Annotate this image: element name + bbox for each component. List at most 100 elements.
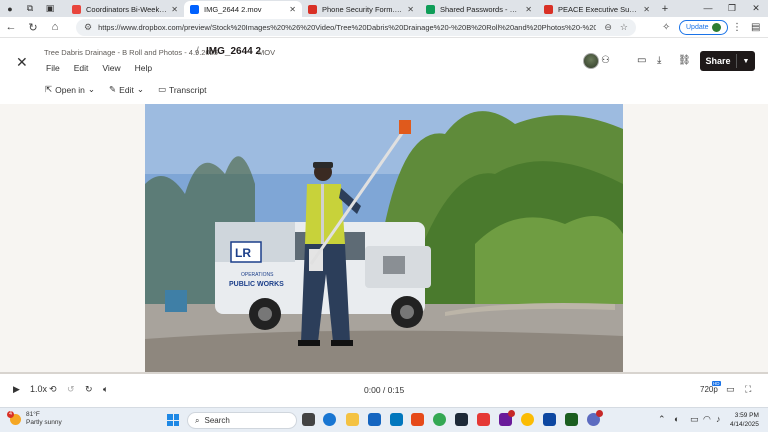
back-icon[interactable]: ← xyxy=(0,21,22,33)
site-info-icon[interactable]: ⚙ xyxy=(84,22,92,33)
store-icon[interactable] xyxy=(455,413,468,426)
address-bar[interactable]: ⚙ https://www.dropbox.com/preview/Stock%… xyxy=(76,19,636,36)
search-icon: ⌕ xyxy=(195,415,200,425)
tab-close-icon[interactable]: ✕ xyxy=(525,5,532,14)
tab-actions-icon[interactable]: ⧉ xyxy=(20,0,40,17)
excel-icon[interactable] xyxy=(565,413,578,426)
tray-chevron-icon[interactable]: ⌃ xyxy=(658,414,666,425)
outlook-icon[interactable] xyxy=(390,413,403,426)
dropbox-favicon-icon xyxy=(190,4,199,14)
browser-tab[interactable]: Coordinators Bi-Weekly Report - ✕ xyxy=(66,1,184,17)
share-dropdown-icon[interactable]: ▼ xyxy=(737,58,755,65)
loop-icon[interactable]: ⟲ xyxy=(49,384,57,395)
word-icon[interactable] xyxy=(543,413,556,426)
chrome-icon[interactable] xyxy=(433,413,446,426)
video-progress-bar[interactable] xyxy=(0,372,768,374)
taskbar-search[interactable]: ⌕ Search xyxy=(187,412,297,429)
video-time: 0:00 / 0:15 xyxy=(364,385,405,395)
tab-close-icon[interactable]: ✕ xyxy=(289,5,296,14)
menu-dots-icon[interactable]: ⋮ xyxy=(732,17,742,38)
link-icon[interactable]: ⛓ xyxy=(678,55,691,66)
network-icon[interactable]: ▭ xyxy=(690,414,699,425)
people-icon[interactable]: ⚇ xyxy=(601,55,610,66)
file-extension: MOV xyxy=(258,48,276,57)
tab-title: PEACE Executive Summary-1.pdf xyxy=(558,4,639,14)
teams-classic-icon[interactable] xyxy=(499,410,515,426)
window-controls: — ❐ ✕ xyxy=(696,0,768,17)
clock-time: 3:59 PM xyxy=(734,412,759,419)
speaker-icon[interactable]: ♪ xyxy=(716,414,721,424)
transcript-label: Transcript xyxy=(168,84,207,95)
playback-speed[interactable]: 1.0x xyxy=(30,384,47,394)
teams-icon[interactable] xyxy=(368,413,381,426)
update-button[interactable]: Update xyxy=(679,20,728,35)
minimize-icon[interactable]: — xyxy=(696,0,720,17)
sidepanel-icon[interactable]: ▤ xyxy=(751,17,760,38)
volume-icon[interactable]: 🔈︎ xyxy=(103,384,108,395)
profile-avatar-icon xyxy=(711,23,721,32)
play-icon[interactable]: ▶ xyxy=(13,384,20,395)
home-icon[interactable]: ⌂ xyxy=(44,21,66,33)
reload-icon[interactable]: ↻ xyxy=(22,21,44,34)
close-window-icon[interactable]: ✕ xyxy=(744,0,768,17)
weather-widget[interactable]: 4 81°F Partly sunny xyxy=(7,410,62,427)
rewind-icon[interactable]: ↺ xyxy=(67,384,75,395)
captions-icon[interactable]: ▭ xyxy=(726,384,735,395)
app-icon[interactable] xyxy=(477,413,490,426)
edge-icon[interactable] xyxy=(323,413,336,426)
user-avatar[interactable] xyxy=(583,53,599,69)
update-label: Update xyxy=(686,24,709,31)
menu-edit[interactable]: Edit xyxy=(74,63,89,73)
breadcrumb[interactable]: Tree Dabris Drainage - B Roll and Photos… xyxy=(44,48,218,57)
browser-tab[interactable]: PEACE Executive Summary-1.pdf ✕ xyxy=(538,1,656,17)
video-frame[interactable]: LR OPERATIONS PUBLIC WORKS xyxy=(145,104,623,374)
transcript-icon: ▭ xyxy=(157,84,166,94)
browser-tab[interactable]: Phone Security Form.pdf ✕ xyxy=(302,1,420,17)
restore-icon[interactable]: ❐ xyxy=(720,0,744,17)
profile-icon[interactable]: ● xyxy=(0,0,20,17)
tab-close-icon[interactable]: ✕ xyxy=(171,5,178,14)
bookmark-star-icon[interactable]: ☆ xyxy=(620,22,628,33)
menu-view[interactable]: View xyxy=(102,63,120,73)
windows-start-icon[interactable] xyxy=(167,414,179,426)
open-in-button[interactable]: ⇱ Open in ⌄ xyxy=(45,84,95,95)
share-button[interactable]: Share ▼ xyxy=(700,51,755,71)
file-explorer-icon[interactable] xyxy=(346,413,359,426)
tab-title: Phone Security Form.pdf xyxy=(322,4,404,14)
tab-close-icon[interactable]: ✕ xyxy=(643,5,650,14)
wifi-icon[interactable]: ◠ xyxy=(703,414,711,425)
browser-tab-active[interactable]: IMG_2644 2.mov ✕ xyxy=(184,1,302,17)
browser-tab[interactable]: Shared Passwords - Google She ✕ xyxy=(420,1,538,17)
tab-close-icon[interactable]: ✕ xyxy=(407,5,414,14)
chevron-down-icon: ⌄ xyxy=(87,84,96,94)
download-icon[interactable]: ⤓ xyxy=(657,55,661,66)
extensions-icon[interactable]: ✧ xyxy=(662,17,670,38)
powerpoint-icon[interactable] xyxy=(411,413,424,426)
close-preview-icon[interactable]: ✕ xyxy=(16,54,28,71)
open-in-label: Open in xyxy=(55,84,85,95)
tray-app-icon[interactable]: ◐ xyxy=(674,414,679,424)
fullscreen-icon[interactable]: ⛶ xyxy=(745,384,751,395)
tab-search-icon[interactable]: ▣ xyxy=(40,0,60,17)
pencil-icon: ✎ xyxy=(109,84,117,94)
sheets-favicon-icon xyxy=(426,4,435,14)
new-tab-button[interactable]: + xyxy=(656,3,674,15)
menu-file[interactable]: File xyxy=(46,63,60,73)
edit-button[interactable]: ✎ Edit ⌄ xyxy=(109,84,144,95)
taskbar-clock[interactable]: 3:59 PM 4/14/2025 xyxy=(730,411,759,429)
taskbar: 4 81°F Partly sunny ⌕ Search ⌃ ◐ ▭ ◠ ♪ 3… xyxy=(0,407,768,432)
install-icon[interactable]: ⊖ xyxy=(604,22,612,33)
quality-selector[interactable]: 720p xyxy=(700,385,718,394)
truck-logo-text: LR xyxy=(235,246,251,260)
menu-help[interactable]: Help xyxy=(135,63,152,73)
file-name[interactable]: IMG_2644 2 xyxy=(206,46,261,57)
tab-title: Shared Passwords - Google She xyxy=(440,4,521,14)
transcript-button[interactable]: ▭ Transcript xyxy=(158,84,207,95)
task-view-icon[interactable] xyxy=(302,413,315,426)
forward-icon[interactable]: ↻ xyxy=(85,384,93,395)
weather-badge: 4 xyxy=(7,410,14,418)
player-controls: ▶ 1.0x ⟲ ↺ ↻ 🔈︎ 0:00 / 0:15 720p HD ▭ ⛶ xyxy=(0,376,768,404)
comment-icon[interactable]: ▭ xyxy=(637,55,646,66)
chrome-profile-icon[interactable] xyxy=(521,413,534,426)
copilot-icon[interactable] xyxy=(587,410,603,426)
